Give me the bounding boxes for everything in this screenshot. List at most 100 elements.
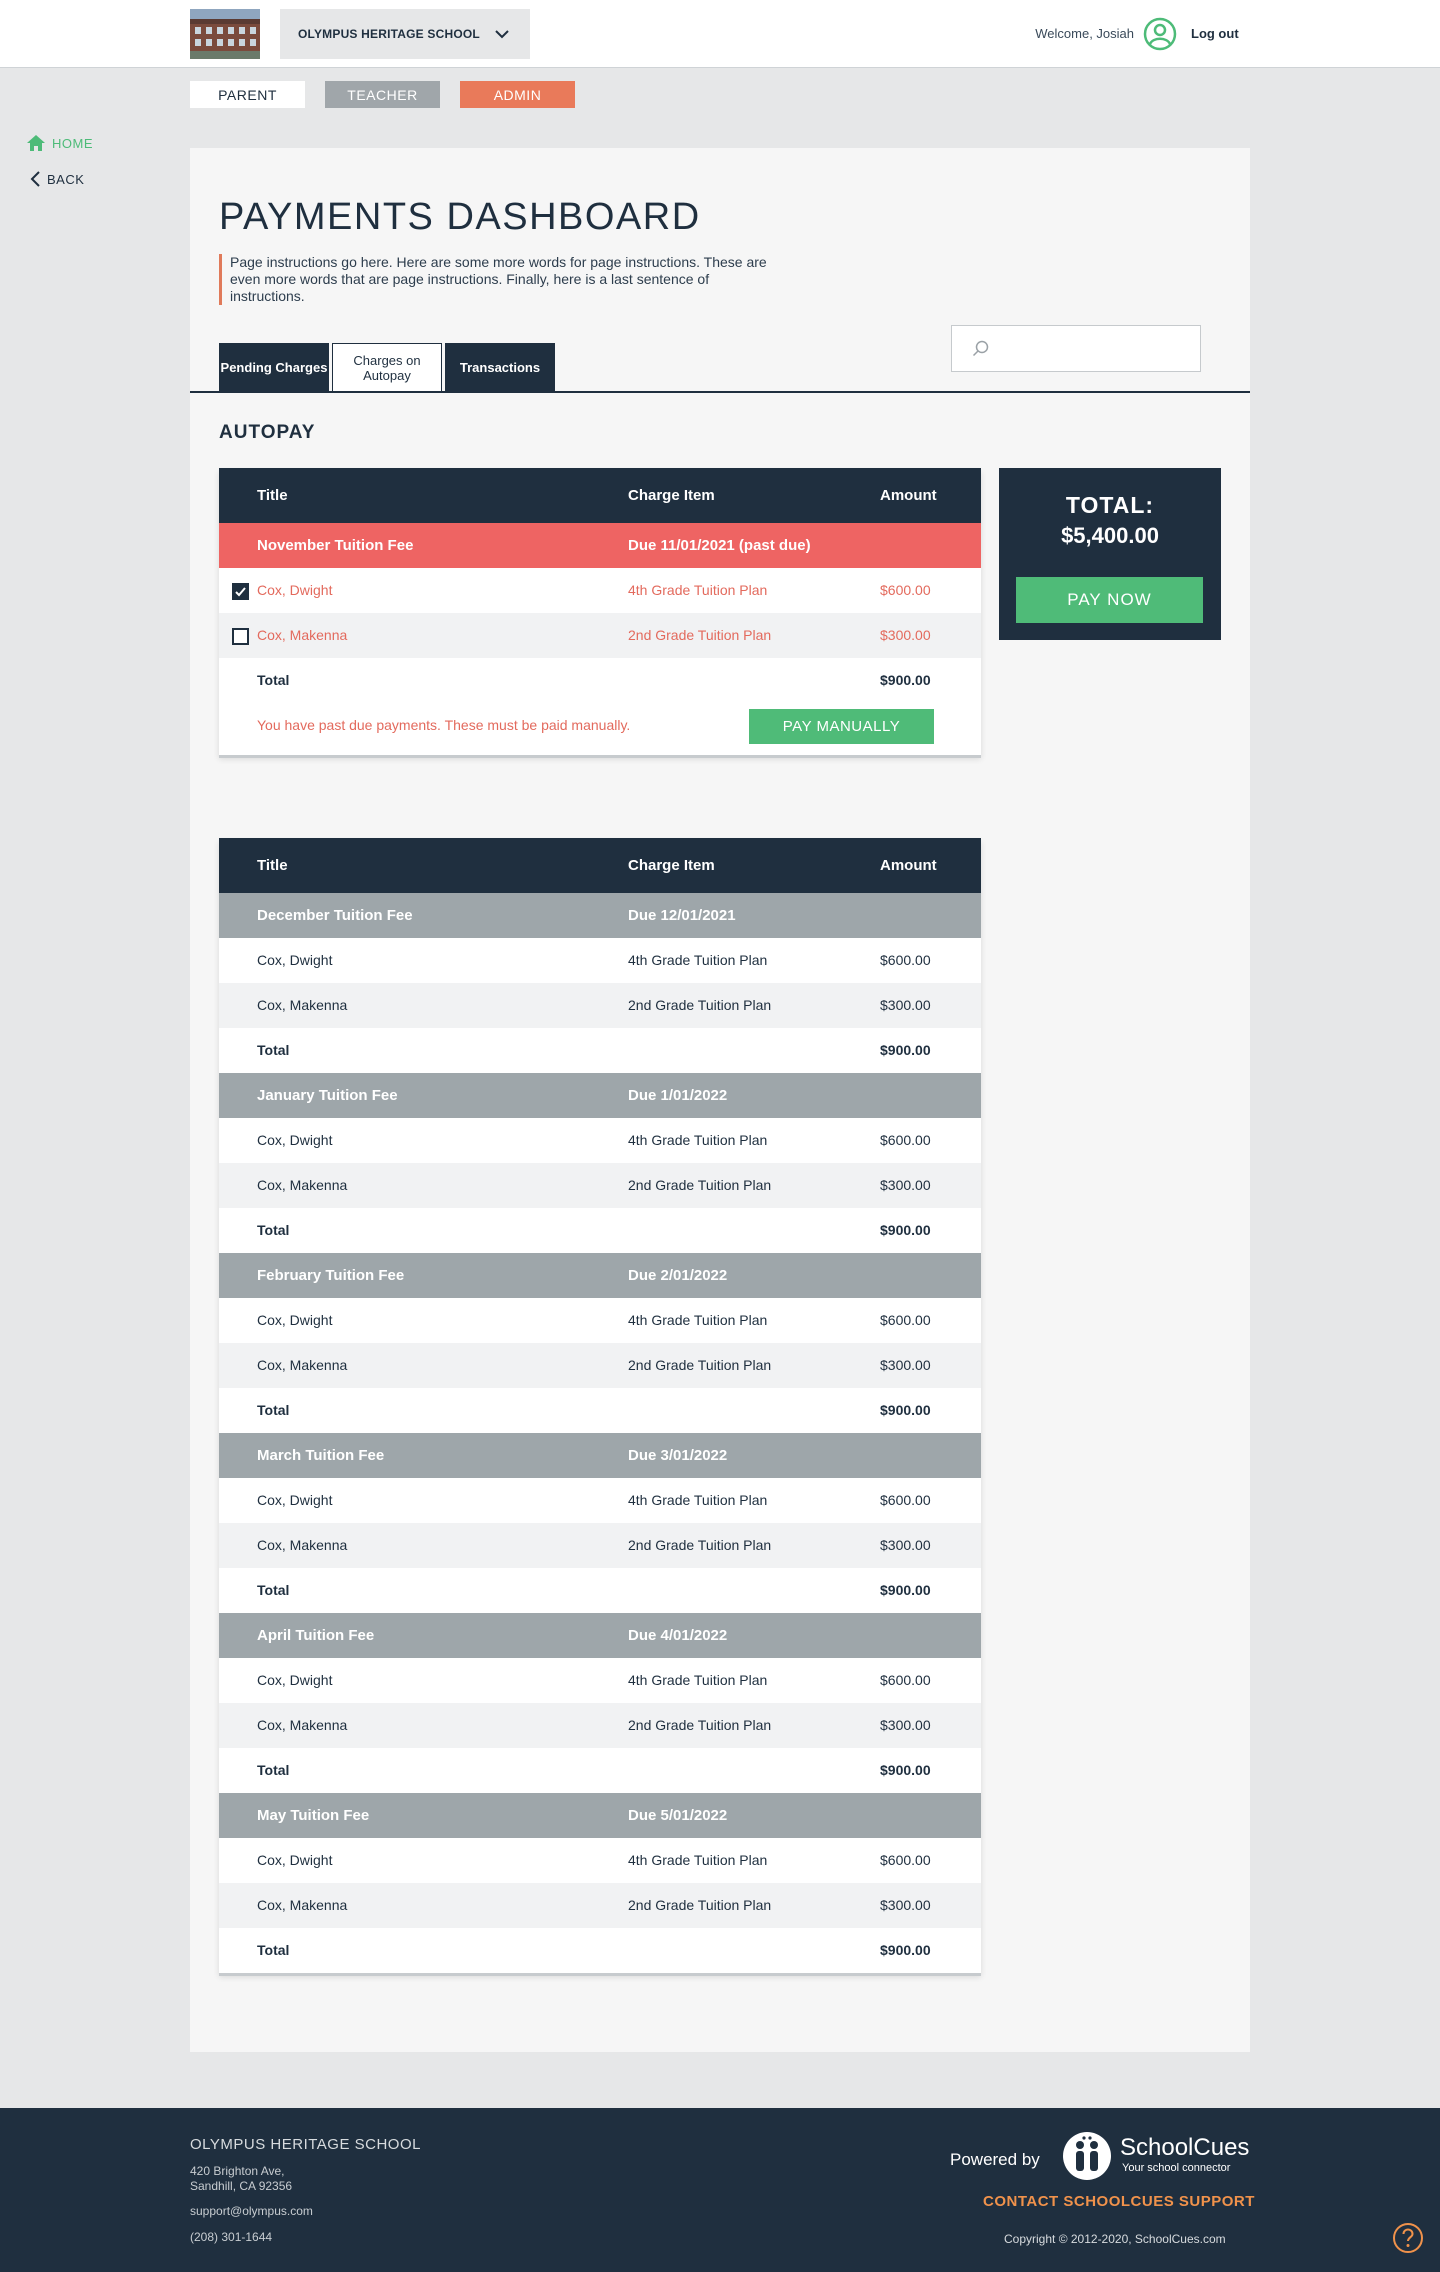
row-amount: $600.00 <box>880 1132 931 1148</box>
total-row: Total $900.00 <box>219 1748 981 1793</box>
total-label: Total <box>257 672 290 688</box>
group-title: January Tuition Fee <box>257 1087 398 1104</box>
row-charge-item: 4th Grade Tuition Plan <box>628 1132 768 1148</box>
group-row-december: December Tuition Fee Due 12/01/2021 <box>219 893 981 938</box>
welcome-text: Welcome, Josiah <box>1035 26 1134 41</box>
search-input[interactable] <box>1000 340 1190 357</box>
help-icon[interactable] <box>1392 2222 1424 2254</box>
group-title: February Tuition Fee <box>257 1267 405 1284</box>
row-checkbox-checked[interactable] <box>232 583 249 600</box>
group-due-date: Due 11/01/2021 (past due) <box>628 537 811 554</box>
row-student: Cox, Makenna <box>257 1897 348 1913</box>
row-student: Cox, Dwight <box>257 952 333 968</box>
total-amount: $900.00 <box>880 1222 931 1238</box>
column-title: Title <box>257 857 288 874</box>
group-title: November Tuition Fee <box>257 537 414 554</box>
group-row-april: April Tuition Fee Due 4/01/2022 <box>219 1613 981 1658</box>
row-student: Cox, Dwight <box>257 1312 333 1328</box>
row-charge-item: 4th Grade Tuition Plan <box>628 1312 768 1328</box>
table-row: Cox, Makenna 2nd Grade Tuition Plan $300.0… <box>219 1523 981 1568</box>
row-student: Cox, Makenna <box>257 1357 348 1373</box>
footer: OLYMPUS HERITAGE SCHOOL 420 Brighton Ave… <box>0 2108 1440 2272</box>
total-label: Total <box>257 1762 290 1778</box>
group-due-date: Due 3/01/2022 <box>628 1447 728 1464</box>
table-row: Cox, Makenna 2nd Grade Tuition Plan $300… <box>219 613 981 658</box>
row-checkbox-unchecked[interactable] <box>232 628 249 645</box>
row-charge-item: 2nd Grade Tuition Plan <box>628 1717 772 1733</box>
pay-now-button[interactable]: PAY NOW <box>1016 577 1203 623</box>
user-avatar-icon[interactable] <box>1143 17 1177 51</box>
contact-support-link[interactable]: CONTACT SCHOOLCUES SUPPORT <box>983 2193 1255 2210</box>
total-amount: $900.00 <box>880 1042 931 1058</box>
copyright-text: Copyright © 2012-2020, SchoolCues.com <box>1004 2232 1226 2246</box>
table-row: Cox, Makenna 2nd Grade Tuition Plan $300.0… <box>219 983 981 1028</box>
table-row: Cox, Dwight 4th Grade Tuition Plan $600.00 <box>219 1298 981 1343</box>
row-charge-item: 2nd Grade Tuition Plan <box>628 1897 772 1913</box>
schoolcues-tagline: Your school connector <box>1122 2162 1231 2174</box>
logout-link[interactable]: Log out <box>1191 26 1239 41</box>
footer-phone: (208) 301-1644 <box>190 2230 273 2244</box>
footer-school-name: OLYMPUS HERITAGE SCHOOL <box>190 2136 421 2153</box>
table-row: Cox, Makenna 2nd Grade Tuition Plan $300.0… <box>219 1163 981 1208</box>
row-charge-item: 4th Grade Tuition Plan <box>628 952 768 968</box>
total-label: Total <box>257 1582 290 1598</box>
payment-tabs: Pending Charges Charges on Autopay Trans… <box>219 343 555 392</box>
chevron-left-icon <box>30 171 40 187</box>
row-amount: $300.00 <box>880 1537 931 1553</box>
footer-email[interactable]: support@olympus.com <box>190 2204 313 2218</box>
total-row: Total $900.00 <box>219 1568 981 1613</box>
table-row: Cox, Dwight 4th Grade Tuition Plan $600.00 <box>219 1658 981 1703</box>
table-row: Cox, Dwight 4th Grade Tuition Plan $600.00 <box>219 1118 981 1163</box>
main-panel: PAYMENTS DASHBOARD Page instructions go … <box>190 148 1250 2052</box>
row-amount: $300.00 <box>880 997 931 1013</box>
row-charge-item: 4th Grade Tuition Plan <box>628 1492 768 1508</box>
role-tab-teacher[interactable]: TEACHER <box>325 81 440 108</box>
schoolcues-brand: SchoolCues <box>1120 2134 1250 2161</box>
section-title-autopay: AUTOPAY <box>219 422 316 443</box>
row-charge-item: 4th Grade Tuition Plan <box>628 1852 768 1868</box>
schoolcues-logo-icon <box>1063 2132 1111 2180</box>
total-amount: $900.00 <box>880 672 931 688</box>
total-amount: $900.00 <box>880 1762 931 1778</box>
pay-manually-button[interactable]: PAY MANUALLY <box>749 709 934 744</box>
nav-home-label: HOME <box>52 135 93 151</box>
role-tab-parent[interactable]: PARENT <box>190 81 305 108</box>
row-student: Cox, Dwight <box>257 1672 333 1688</box>
group-title: March Tuition Fee <box>257 1447 385 1464</box>
total-label: Total <box>257 1942 290 1958</box>
tab-divider <box>190 391 1250 393</box>
table-row: Cox, Makenna 2nd Grade Tuition Plan $300.0… <box>219 1703 981 1748</box>
upcoming-autopay-table: Title Charge Item Amount December Tuitio… <box>219 838 981 1973</box>
school-selector[interactable]: OLYMPUS HERITAGE SCHOOL <box>280 9 530 59</box>
row-amount: $600.00 <box>880 1672 931 1688</box>
total-amount: $900.00 <box>880 1582 931 1598</box>
tab-transactions[interactable]: Transactions <box>445 343 555 391</box>
nav-back-label: BACK <box>47 171 85 187</box>
tab-charges-on-autopay[interactable]: Charges on Autopay <box>332 343 442 392</box>
table-row: Cox, Makenna 2nd Grade Tuition Plan $300.0… <box>219 1883 981 1928</box>
row-amount: $600.00 <box>880 1312 931 1328</box>
table-row: Cox, Dwight 4th Grade Tuition Plan $600.… <box>219 568 981 613</box>
group-due-date: Due 12/01/2021 <box>628 907 736 924</box>
row-amount: $300.00 <box>880 1177 931 1193</box>
row-amount: $300.00 <box>880 1897 931 1913</box>
group-row-may: May Tuition Fee Due 5/01/2022 <box>219 1793 981 1838</box>
side-nav: HOME BACK <box>26 132 93 204</box>
group-title: May Tuition Fee <box>257 1807 370 1824</box>
chevron-down-icon <box>495 30 509 39</box>
row-student: Cox, Makenna <box>257 1537 348 1553</box>
column-amount: Amount <box>880 857 937 874</box>
search-box[interactable] <box>951 325 1201 372</box>
powered-by-text: Powered by <box>950 2150 1040 2169</box>
tab-pending-charges[interactable]: Pending Charges <box>219 343 329 391</box>
nav-back[interactable]: BACK <box>26 168 93 190</box>
checkmark-icon <box>235 587 246 597</box>
total-summary-box: TOTAL: $5,400.00 PAY NOW <box>999 468 1221 640</box>
row-charge-item: 2nd Grade Tuition Plan <box>628 1357 772 1373</box>
nav-home[interactable]: HOME <box>26 132 93 154</box>
group-due-date: Due 5/01/2022 <box>628 1807 728 1824</box>
role-tab-admin[interactable]: ADMIN <box>460 81 575 108</box>
row-student: Cox, Makenna <box>257 1717 348 1733</box>
group-title: April Tuition Fee <box>257 1627 375 1644</box>
row-charge-item: 2nd Grade Tuition Plan <box>628 627 772 643</box>
